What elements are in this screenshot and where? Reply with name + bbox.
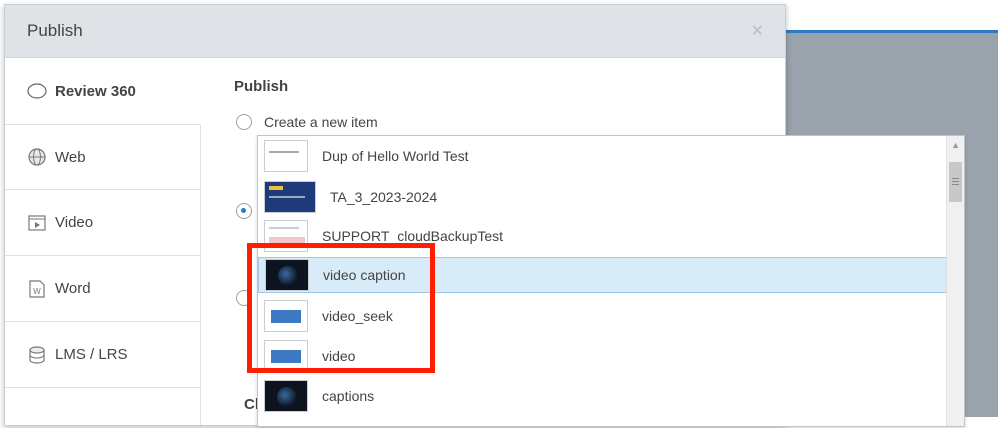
- database-icon: [27, 345, 47, 365]
- sidebar-item-label: Web: [55, 148, 86, 166]
- sidebar-item-label: Review 360: [55, 82, 136, 100]
- list-item-selected[interactable]: video caption: [258, 257, 964, 293]
- slide-thumbnail: [264, 300, 308, 332]
- sidebar-item-word[interactable]: W Word: [5, 256, 200, 322]
- list-item[interactable]: video_seek: [258, 298, 964, 334]
- create-new-item-option[interactable]: Create a new item: [236, 114, 378, 130]
- slide-thumbnail: [265, 259, 309, 291]
- sidebar-item-lms-lrs[interactable]: LMS / LRS: [5, 322, 200, 388]
- item-label: video_seek: [322, 308, 393, 324]
- radio-existing-item[interactable]: [236, 203, 252, 219]
- dropdown-scrollbar[interactable]: ▲: [946, 136, 964, 426]
- item-label: captions: [322, 388, 375, 404]
- sidebar-item-video[interactable]: Video: [5, 190, 200, 256]
- scrollbar-thumb[interactable]: [949, 162, 962, 202]
- sidebar-divider: [200, 125, 201, 425]
- scroll-up-arrow-icon[interactable]: ▲: [951, 140, 960, 150]
- slide-thumbnail: [264, 140, 308, 172]
- review-360-icon: [27, 81, 47, 101]
- svg-text:W: W: [33, 287, 41, 296]
- item-label: SUPPORT_cloudBackupTest: [322, 228, 504, 244]
- globe-icon: [27, 147, 47, 167]
- sidebar-item-label: LMS / LRS: [55, 346, 128, 363]
- radio-third-option[interactable]: [236, 290, 252, 306]
- sidebar-item-label: Word: [55, 280, 91, 297]
- sidebar-item-review-360[interactable]: Review 360: [5, 58, 200, 124]
- section-title: Publish: [234, 78, 289, 95]
- publish-sidebar: Review 360 Web Video W Word LMS / LRS: [5, 58, 200, 428]
- dialog-title: Publish: [27, 21, 83, 40]
- slide-thumbnail: [264, 220, 308, 252]
- sidebar-item-label: Video: [55, 214, 94, 231]
- radio-label: Create a new item: [264, 114, 378, 130]
- slide-thumbnail: [264, 340, 308, 372]
- item-label: Dup of Hello World Test: [322, 148, 469, 164]
- publish-section: Publish: [234, 78, 288, 95]
- radio-create-new[interactable]: [236, 114, 252, 130]
- list-item[interactable]: TA_3_2023-2024: [258, 179, 964, 215]
- slide-thumbnail: [264, 380, 308, 412]
- list-item[interactable]: captions: [258, 378, 964, 414]
- slide-thumbnail: [264, 181, 316, 213]
- existing-item-dropdown-list[interactable]: Dup of Hello World Test TA_3_2023-2024 S…: [257, 135, 965, 427]
- list-item[interactable]: Dup of Hello World Test: [258, 138, 964, 174]
- item-label: TA_3_2023-2024: [330, 189, 438, 205]
- dialog-header: Publish ×: [5, 5, 785, 58]
- video-icon: [27, 213, 47, 233]
- list-item[interactable]: video: [258, 338, 964, 374]
- sidebar-item-web[interactable]: Web: [5, 124, 200, 190]
- close-icon[interactable]: ×: [751, 20, 763, 43]
- list-item[interactable]: SUPPORT_cloudBackupTest: [258, 218, 964, 254]
- item-label: video caption: [323, 267, 406, 283]
- item-label: video: [322, 348, 356, 364]
- word-document-icon: W: [27, 279, 47, 299]
